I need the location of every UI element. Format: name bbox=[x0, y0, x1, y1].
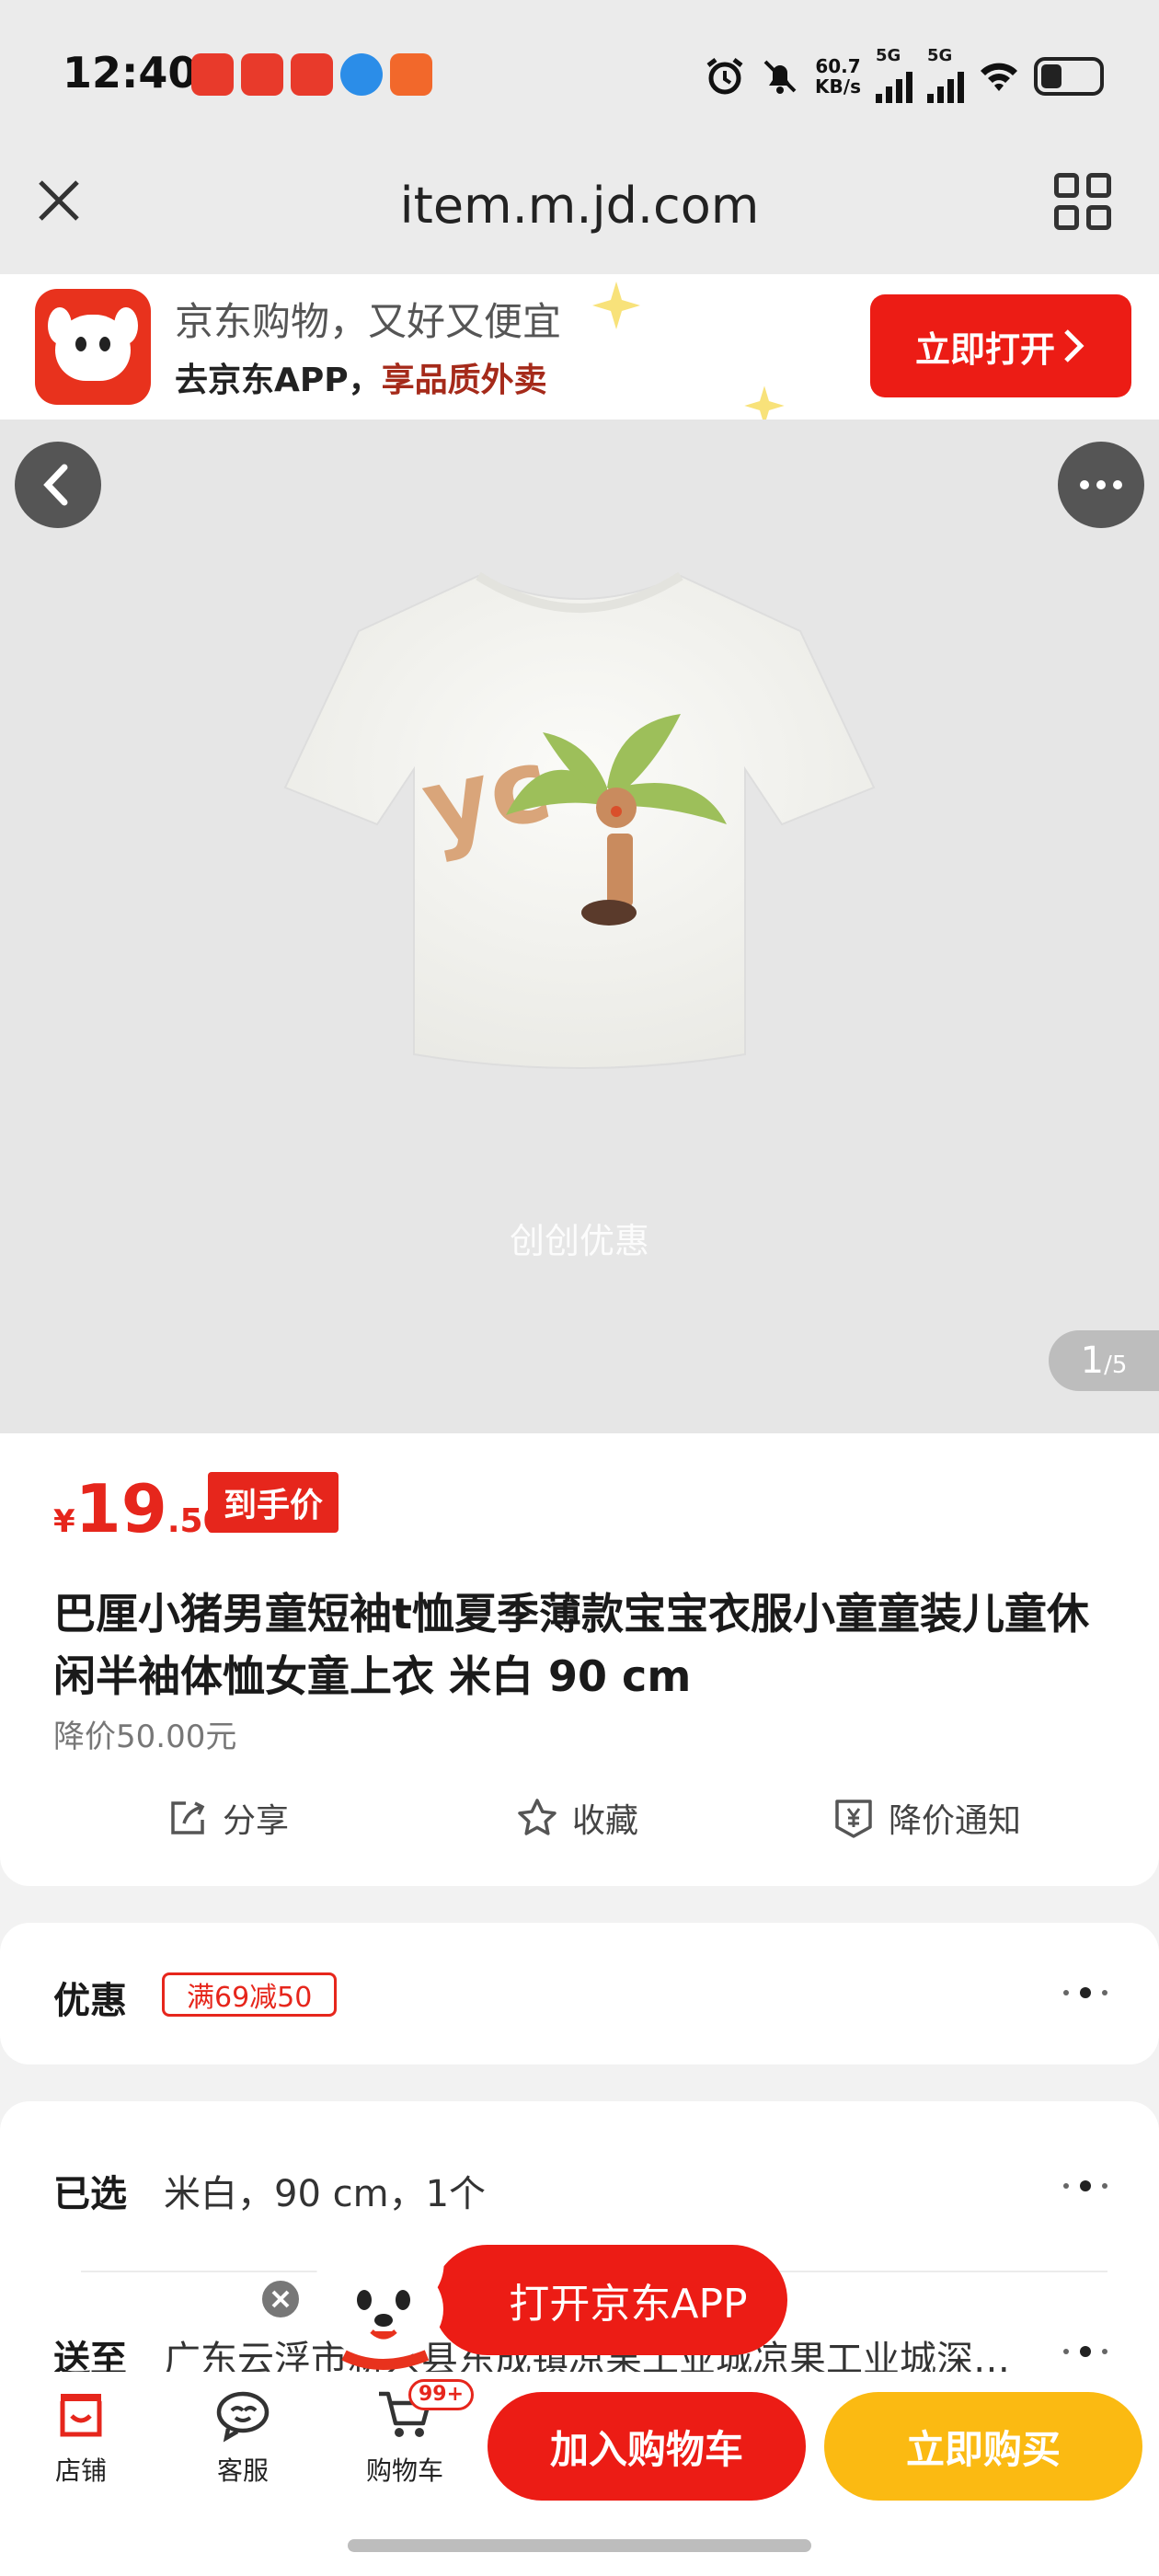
network-speed: 60.7 KB/s bbox=[815, 55, 861, 98]
store-tab[interactable]: 店铺 bbox=[26, 2385, 136, 2488]
app-notification-icon bbox=[241, 53, 283, 96]
app-promo-banner[interactable]: 京东购物，又好又便宜 去京东APP，享品质外卖 立即打开 bbox=[0, 274, 1159, 426]
chevron-right-icon bbox=[1064, 329, 1084, 362]
home-indicator[interactable] bbox=[348, 2539, 811, 2552]
price-drop-text: 降价50.00元 bbox=[53, 1719, 237, 1755]
signal-2: 5G bbox=[927, 46, 964, 103]
product-image-gallery[interactable]: yc 创创优惠 1/5 bbox=[0, 420, 1159, 1433]
product-info-card: ¥ 19 .50 到手价 巴厘小猪男童短袖t恤夏季薄款宝宝衣服小童童装儿童休闲半… bbox=[0, 1433, 1159, 1886]
app-notification-icon bbox=[191, 53, 234, 96]
close-float-button[interactable] bbox=[259, 2278, 302, 2320]
back-button[interactable] bbox=[15, 442, 101, 528]
float-open-app-button[interactable]: 打开京东APP bbox=[432, 2245, 787, 2355]
battery-icon bbox=[1034, 57, 1104, 96]
status-time: 12:40 bbox=[63, 48, 198, 98]
image-watermark: 创创优惠 bbox=[509, 1221, 649, 1261]
buy-now-button[interactable]: 立即购买 bbox=[824, 2392, 1142, 2501]
status-bar: 12:40 60.7 KB/s 5G 5G bbox=[0, 0, 1159, 147]
taobao-notification-icon bbox=[390, 53, 432, 96]
more-dots-icon[interactable] bbox=[1063, 2346, 1107, 2357]
cart-count-badge: 99+ bbox=[408, 2379, 475, 2410]
service-tab[interactable]: 客服 bbox=[188, 2385, 298, 2488]
store-icon bbox=[60, 2394, 102, 2437]
browser-url-bar: item.m.jd.com bbox=[0, 147, 1159, 274]
share-icon bbox=[171, 1801, 205, 1834]
alarm-icon bbox=[706, 58, 743, 95]
url-text: item.m.jd.com bbox=[399, 177, 760, 235]
system-icons: 60.7 KB/s 5G 5G bbox=[705, 46, 1104, 103]
selected-value[interactable]: 米白，90 cm，1个 bbox=[164, 2164, 486, 2217]
chevron-left-icon bbox=[43, 464, 68, 506]
coupon-badge: 满69减50 bbox=[162, 1972, 338, 2017]
more-dots-icon[interactable] bbox=[1063, 2180, 1107, 2191]
mute-icon bbox=[763, 60, 797, 94]
price-alert-button[interactable]: 降价通知 bbox=[832, 1794, 1021, 1842]
more-options-button[interactable] bbox=[1058, 442, 1144, 528]
product-price: ¥ 19 .50 bbox=[53, 1470, 226, 1547]
wifi-icon bbox=[981, 63, 1017, 91]
product-image-tshirt: yc bbox=[283, 571, 876, 1069]
promo-line1: 京东购物，又好又便宜 bbox=[175, 299, 562, 344]
add-to-cart-button[interactable]: 加入购物车 bbox=[488, 2392, 806, 2501]
star-icon bbox=[518, 1799, 557, 1835]
open-app-button[interactable]: 立即打开 bbox=[870, 294, 1131, 397]
signal-icon bbox=[876, 66, 912, 103]
promo-line2: 去京东APP，享品质外卖 bbox=[175, 362, 547, 399]
sparkle-icon bbox=[592, 282, 640, 329]
selected-label: 已选 bbox=[53, 2173, 127, 2215]
favorite-button[interactable]: 收藏 bbox=[515, 1794, 638, 1842]
price-tag-icon bbox=[835, 1800, 872, 1838]
product-title: 巴厘小猪男童短袖t恤夏季薄款宝宝衣服小童童装儿童休闲半袖体恤女童上衣 米白 90… bbox=[53, 1589, 1089, 1701]
grid-menu-icon[interactable] bbox=[1054, 173, 1111, 230]
image-counter: 1/5 bbox=[1049, 1330, 1159, 1391]
discount-label: 优惠 bbox=[53, 1980, 127, 2022]
product-actions: 分享 收藏 降价通知 bbox=[0, 1794, 1159, 1868]
close-icon bbox=[271, 2290, 290, 2308]
discount-row[interactable]: 优惠 满69减50 bbox=[0, 1923, 1159, 2064]
more-dots-icon[interactable] bbox=[1063, 1987, 1107, 1998]
app-notification-icon bbox=[291, 53, 333, 96]
jd-logo bbox=[35, 289, 151, 405]
notification-icons bbox=[191, 53, 432, 96]
jd-mascot-icon bbox=[316, 2242, 444, 2370]
share-button[interactable]: 分享 bbox=[166, 1794, 289, 1842]
customer-service-icon bbox=[216, 2391, 270, 2443]
signal-1: 5G bbox=[876, 46, 912, 103]
cart-tab[interactable]: 99+ 购物车 bbox=[350, 2379, 475, 2488]
final-price-tag: 到手价 bbox=[208, 1472, 339, 1533]
app-notification-icon bbox=[340, 53, 383, 96]
signal-icon bbox=[927, 66, 964, 103]
